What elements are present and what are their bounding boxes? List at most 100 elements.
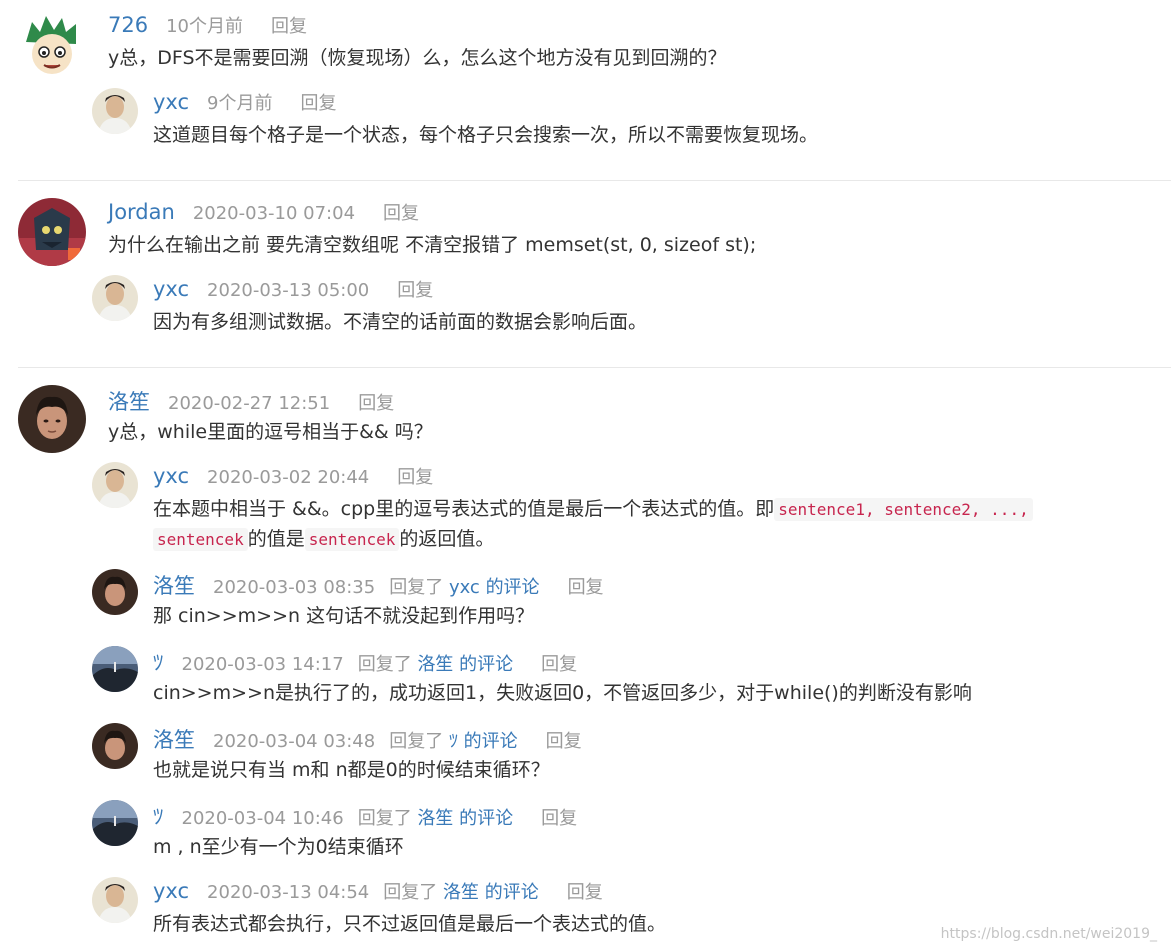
reply-button[interactable]: 回复: [301, 89, 337, 115]
comment-author[interactable]: Jordan: [108, 200, 175, 224]
avatar-luosheng[interactable]: [18, 385, 86, 453]
reply-button[interactable]: 回复: [383, 199, 419, 225]
comment-author[interactable]: 726: [108, 13, 148, 37]
comment-text: y总，while里面的逗号相当于&& 吗？: [108, 421, 433, 443]
inline-code: sentencek: [304, 528, 400, 551]
reply-text-part: 的值是: [247, 528, 305, 550]
replied-to-link[interactable]: 洛笙 的评论: [417, 808, 513, 829]
reply-time: 2020-03-04 03:48: [213, 731, 376, 752]
replied-to: 回复了 洛笙 的评论: [358, 804, 513, 830]
inline-code: sentence1, sentence2, ...,: [774, 498, 1033, 521]
user-photo-icon: [18, 385, 86, 453]
reply-text: 那 cin>>m>>n 这句话不就没起到作用吗？: [153, 605, 535, 627]
avatar-yxc[interactable]: [92, 877, 138, 923]
reply-text-part: 的返回值。: [399, 528, 495, 550]
reply-meta: yxc 9个月前 回复: [153, 89, 337, 119]
reply-meta: yxc 2020-03-02 20:44 回复: [153, 463, 433, 493]
replied-suffix: 的评论: [459, 808, 514, 829]
reply-author[interactable]: 洛笙: [153, 570, 195, 600]
comment-time: 10个月前: [166, 16, 243, 37]
comment-time: 2020-03-10 07:04: [192, 203, 356, 224]
replied-prefix: 回复了: [383, 882, 438, 903]
replied-to-user: yxc: [448, 577, 480, 598]
watermark: https://blog.csdn.net/wei2019_: [940, 926, 1157, 942]
reply-author[interactable]: ﾂ: [153, 801, 164, 831]
comment-meta: 洛笙 2020-02-27 12:51 回复: [108, 386, 394, 416]
avatar-luosheng[interactable]: [92, 569, 138, 615]
reply-time: 2020-03-13 04:54: [207, 882, 370, 903]
reply-text: 在本题中相当于 &&。cpp里的逗号表达式的值是最后一个表达式的值。即 sente…: [153, 494, 1033, 525]
reply-author[interactable]: 洛笙: [153, 724, 195, 754]
reply-button[interactable]: 回复: [358, 389, 394, 415]
replied-to: 回复了 ﾂ 的评论: [389, 727, 517, 753]
character-avatar-icon: [18, 198, 86, 266]
replied-to-user: ﾂ: [448, 731, 458, 752]
replied-suffix: 的评论: [484, 882, 539, 903]
replied-to: 回复了 yxc 的评论: [389, 573, 539, 599]
avatar-tsu[interactable]: [92, 646, 138, 692]
comment-meta: Jordan 2020-03-10 07:04 回复: [108, 199, 419, 229]
reply-author[interactable]: yxc: [153, 879, 189, 903]
avatar-yxc[interactable]: [92, 275, 138, 321]
avatar-yxc[interactable]: [92, 88, 138, 134]
user-photo-icon: [92, 462, 138, 508]
user-photo-icon: [92, 723, 138, 769]
comment-author[interactable]: 洛笙: [108, 386, 150, 416]
replied-prefix: 回复了: [389, 577, 444, 598]
reply-button[interactable]: 回复: [397, 276, 433, 302]
replied-to: 回复了 洛笙 的评论: [383, 878, 538, 904]
comment-text: 为什么在输出之前 要先清空数组呢 不清空报错了 memset(st, 0, si…: [108, 234, 757, 256]
reply-author[interactable]: yxc: [153, 277, 189, 301]
reply-time: 2020-03-04 10:46: [181, 808, 344, 829]
thread-divider: [18, 180, 1171, 181]
comment-time: 2020-02-27 12:51: [168, 393, 331, 414]
reply-time: 9个月前: [207, 93, 273, 114]
reply-button[interactable]: 回复: [541, 650, 577, 676]
reply-button[interactable]: 回复: [568, 573, 604, 599]
replied-prefix: 回复了: [357, 808, 412, 829]
replied-suffix: 的评论: [463, 731, 518, 752]
reply-meta: ﾂ 2020-03-03 14:17 回复了 洛笙 的评论 回复: [153, 647, 577, 677]
reply-author[interactable]: ﾂ: [153, 647, 164, 677]
replied-to-link[interactable]: 洛笙 的评论: [417, 654, 513, 675]
reply-time: 2020-03-13 05:00: [207, 280, 370, 301]
reply-time: 2020-03-03 14:17: [181, 654, 344, 675]
avatar-jordan[interactable]: [18, 198, 86, 266]
comment-text: y总，DFS不是需要回溯（恢复现场）么，怎么这个地方没有见到回溯的？: [108, 47, 727, 69]
replied-suffix: 的评论: [459, 654, 514, 675]
reply-author[interactable]: yxc: [153, 464, 189, 488]
reply-meta: 洛笙 2020-03-03 08:35 回复了 yxc 的评论 回复: [153, 570, 604, 600]
reply-text: cin>>m>>n是执行了的，成功返回1，失败返回0，不管返回多少，对于whil…: [153, 682, 972, 704]
landscape-photo-icon: [92, 646, 138, 692]
comment-meta: 726 10个月前 回复: [108, 12, 307, 42]
replied-prefix: 回复了: [357, 654, 412, 675]
reply-time: 2020-03-03 08:35: [213, 577, 376, 598]
reply-text-part: 在本题中相当于 &&。cpp里的逗号表达式的值是最后一个表达式的值。即: [153, 498, 775, 520]
avatar-yxc[interactable]: [92, 462, 138, 508]
reply-text: 所有表达式都会执行，只不过返回值是最后一个表达式的值。: [153, 913, 667, 935]
reply-text: 这道题目每个格子是一个状态，每个格子只会搜索一次，所以不需要恢复现场。: [153, 124, 819, 146]
reply-text: 也就是说只有当 m和 n都是0的时候结束循环？: [153, 759, 550, 781]
reply-text-cont: sentencek 的值是 sentencek 的返回值。: [153, 524, 494, 555]
replied-to: 回复了 洛笙 的评论: [358, 650, 513, 676]
thread-divider: [18, 367, 1171, 368]
replied-to-link[interactable]: yxc 的评论: [449, 577, 540, 598]
reply-button[interactable]: 回复: [397, 463, 433, 489]
reply-text: 因为有多组测试数据。不清空的话前面的数据会影响后面。: [153, 311, 648, 333]
reply-button[interactable]: 回复: [567, 878, 603, 904]
replied-suffix: 的评论: [485, 577, 540, 598]
replied-to-link[interactable]: ﾂ 的评论: [449, 731, 518, 752]
avatar-luosheng[interactable]: [92, 723, 138, 769]
avatar-726[interactable]: [18, 12, 86, 80]
inline-code: sentencek: [153, 528, 248, 551]
reply-button[interactable]: 回复: [546, 727, 582, 753]
avatar-tsu[interactable]: [92, 800, 138, 846]
user-photo-icon: [92, 275, 138, 321]
user-photo-icon: [92, 569, 138, 615]
replied-to-user: 洛笙: [442, 882, 479, 903]
landscape-photo-icon: [92, 800, 138, 846]
replied-to-link[interactable]: 洛笙 的评论: [443, 882, 539, 903]
reply-button[interactable]: 回复: [271, 12, 307, 38]
reply-button[interactable]: 回复: [541, 804, 577, 830]
reply-author[interactable]: yxc: [153, 90, 189, 114]
